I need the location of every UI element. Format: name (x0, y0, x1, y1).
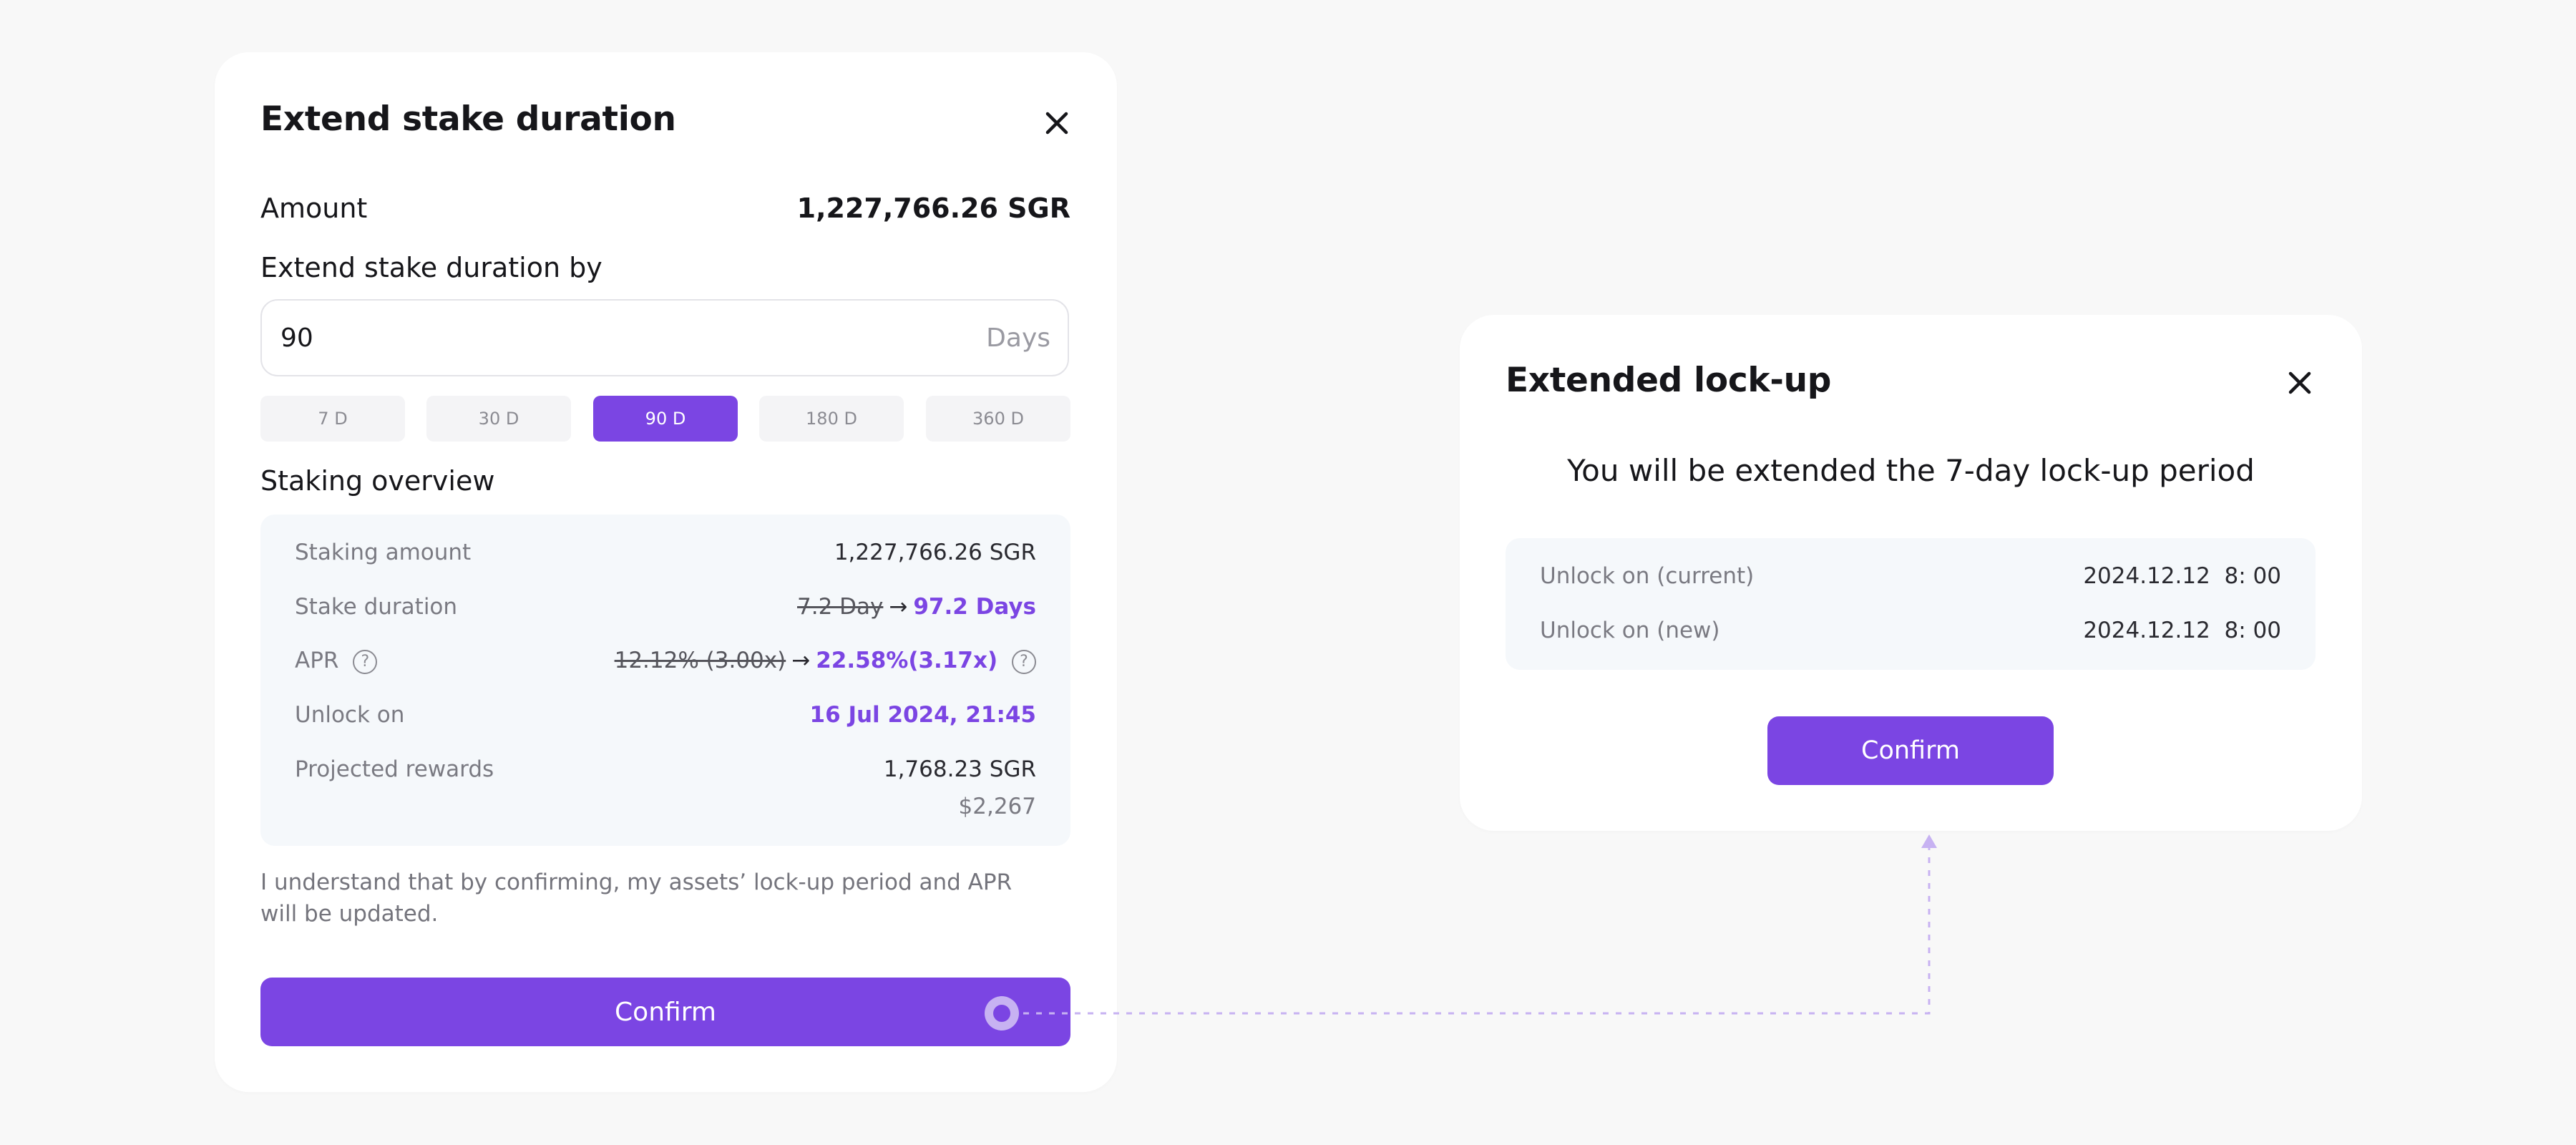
preset-90d-button[interactable]: 90 D (593, 396, 738, 442)
extend-duration-label: Extend stake duration by (260, 252, 602, 283)
apr-new: 22.58%(3.17x) (816, 648, 998, 673)
amount-value: 1,227,766.26 SGR (796, 193, 1070, 224)
duration-input-box[interactable]: Days (260, 299, 1069, 376)
staking-overview-panel: Staking amount 1,227,766.26 SGR Stake du… (260, 515, 1070, 846)
overview-title: Staking overview (260, 465, 495, 497)
close-icon (2288, 371, 2311, 394)
duration-input[interactable] (279, 322, 987, 354)
apr-label-group: APR ? (295, 648, 378, 674)
preset-180d-button[interactable]: 180 D (759, 396, 904, 442)
apr-label: APR (295, 648, 339, 673)
question-icon[interactable]: ? (1012, 649, 1036, 674)
unlock-new-label: Unlock on (new) (1540, 618, 1720, 643)
projected-rewards-usd: $2,267 (958, 794, 1036, 819)
confirm-button[interactable]: Confirm (1767, 716, 2054, 785)
unlock-current-label: Unlock on (current) (1540, 563, 1755, 589)
extend-stake-modal: Extend stake duration Amount 1,227,766.2… (215, 52, 1117, 1092)
unlock-current-value: 2024.12.12 8: 00 (2083, 563, 2281, 589)
close-button[interactable] (1038, 104, 1076, 142)
unlock-on-label: Unlock on (295, 702, 405, 728)
modal-title: Extended lock-up (1506, 361, 1832, 400)
unlock-dates-panel: Unlock on (current) 2024.12.12 8: 00 Unl… (1506, 538, 2316, 670)
arrow-right-icon: → (889, 594, 908, 620)
projected-rewards-label: Projected rewards (295, 756, 494, 782)
staking-amount-value: 1,227,766.26 SGR (834, 540, 1036, 565)
arrow-right-icon: → (791, 648, 811, 673)
preset-7d-button[interactable]: 7 D (260, 396, 405, 442)
close-button[interactable] (2280, 364, 2319, 402)
stake-duration-old: 7.2 Day (797, 594, 884, 620)
extended-lockup-modal: Extended lock-up You will be extended th… (1460, 315, 2362, 831)
projected-rewards-value: 1,768.23 SGR (883, 756, 1036, 782)
modal-title: Extend stake duration (260, 99, 676, 139)
lockup-subtitle: You will be extended the 7-day lock-up p… (1567, 453, 2255, 488)
duration-unit: Days (986, 323, 1050, 353)
unlock-new-value: 2024.12.12 8: 00 (2083, 618, 2281, 643)
staking-amount-label: Staking amount (295, 540, 472, 565)
connector-arrow-icon (1921, 834, 1937, 848)
close-icon (1045, 112, 1068, 135)
confirm-button[interactable]: Confirm (260, 978, 1070, 1046)
stake-duration-new: 97.2 Days (913, 594, 1036, 620)
connector-path (1023, 846, 1931, 1015)
unlock-on-value: 16 Jul 2024, 21:45 (809, 702, 1036, 728)
disclaimer-text: I understand that by confirming, my asse… (260, 869, 1013, 927)
stake-duration-label: Stake duration (295, 594, 458, 620)
apr-old: 12.12% (3.00x) (614, 648, 786, 673)
apr-value: 12.12% (3.00x) → 22.58%(3.17x) ? (615, 648, 1036, 674)
duration-presets: 7 D 30 D 90 D 180 D 360 D (260, 396, 1070, 442)
amount-label: Amount (260, 193, 368, 224)
question-icon[interactable]: ? (353, 649, 378, 674)
stake-duration-value: 7.2 Day → 97.2 Days (797, 594, 1036, 620)
preset-30d-button[interactable]: 30 D (426, 396, 571, 442)
preset-360d-button[interactable]: 360 D (926, 396, 1070, 442)
